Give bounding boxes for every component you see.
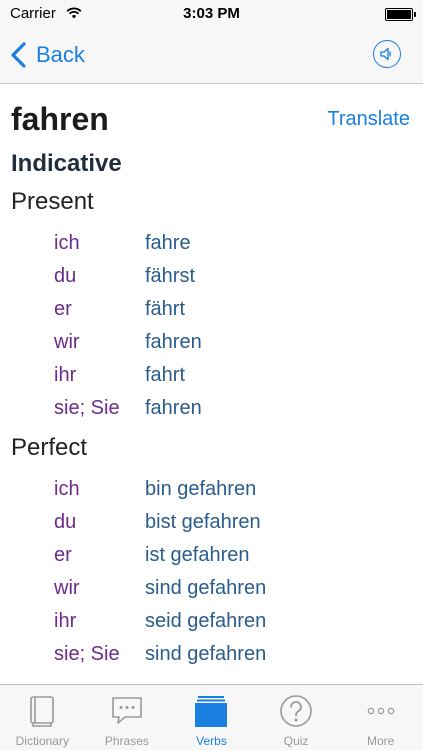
- pronoun: wir: [54, 331, 80, 353]
- tab-quiz[interactable]: Quiz: [254, 685, 339, 751]
- chevron-left-icon: [11, 42, 26, 68]
- tab-label: Phrases: [104, 734, 149, 748]
- conjugation-row: du bist gefahren: [0, 507, 423, 540]
- pronoun: sie; Sie: [54, 397, 120, 419]
- book-icon: [30, 696, 55, 727]
- conjugation-row: wir fahren: [0, 327, 423, 360]
- verb-form: fahren: [145, 331, 202, 353]
- pronoun: er: [54, 544, 72, 566]
- tab-verbs[interactable]: Verbs: [169, 685, 254, 751]
- speaker-button[interactable]: [373, 40, 401, 68]
- translate-button[interactable]: Translate: [327, 108, 410, 131]
- verb-title: fahren: [11, 101, 109, 137]
- verb-form: sind gefahren: [145, 577, 267, 599]
- conjugation-row: sie; Sie fahren: [0, 393, 423, 426]
- question-icon: [280, 695, 312, 727]
- pronoun: ihr: [54, 610, 77, 632]
- conjugation-row: wir sind gefahren: [0, 573, 423, 606]
- conjugation-row: sie; Sie sind gefahren: [0, 639, 423, 672]
- tab-phrases[interactable]: Phrases: [85, 685, 170, 751]
- tab-bar: Dictionary Phrases Verbs Quiz More: [0, 684, 423, 750]
- conjugation-row: du fährst: [0, 261, 423, 294]
- status-bar: Carrier 3:03 PM: [0, 0, 423, 28]
- verb-form: bin gefahren: [145, 478, 257, 500]
- speaker-icon: [380, 47, 391, 61]
- back-button[interactable]: Back: [8, 38, 85, 72]
- tab-label: More: [367, 734, 395, 748]
- pronoun: er: [54, 298, 72, 320]
- conjugation-row: ihr seid gefahren: [0, 606, 423, 639]
- verb-form: fährst: [145, 265, 196, 287]
- clock: 3:03 PM: [183, 5, 240, 22]
- pronoun: ihr: [54, 364, 77, 386]
- pronoun: ich: [54, 478, 80, 500]
- verb-form: ist gefahren: [145, 544, 250, 566]
- pronoun: du: [54, 511, 77, 533]
- pronoun: ich: [54, 232, 80, 254]
- speech-bubble-icon: [112, 697, 142, 724]
- pronoun: wir: [54, 577, 80, 599]
- tab-more[interactable]: More: [338, 685, 423, 751]
- tense-title: Perfect: [11, 434, 88, 461]
- battery-icon: [385, 8, 416, 21]
- mood-title: Indicative: [11, 150, 122, 177]
- conjugation-row: er ist gefahren: [0, 540, 423, 573]
- conjugation-row: ich bin gefahren: [0, 474, 423, 507]
- tab-label: Dictionary: [15, 734, 69, 748]
- pronoun: du: [54, 265, 77, 287]
- verb-form: fährt: [145, 298, 186, 320]
- conjugation-row: ich fahre: [0, 228, 423, 261]
- conjugation-row: er fährt: [0, 294, 423, 327]
- tab-label: Quiz: [283, 734, 309, 748]
- verb-form: fahren: [145, 397, 202, 419]
- conjugation-row: ihr fahrt: [0, 360, 423, 393]
- verb-form: sind gefahren: [145, 643, 267, 665]
- tab-dictionary[interactable]: Dictionary: [0, 685, 85, 751]
- back-label: Back: [36, 42, 85, 67]
- tab-label: Verbs: [196, 734, 227, 748]
- verb-form: bist gefahren: [145, 511, 261, 533]
- verb-form: seid gefahren: [145, 610, 267, 632]
- verb-form: fahre: [145, 232, 191, 254]
- navigation-bar: Back: [0, 28, 423, 84]
- more-dots-icon: [367, 707, 394, 715]
- tense-title: Present: [11, 188, 94, 215]
- pronoun: sie; Sie: [54, 643, 120, 665]
- conjugation-content[interactable]: fahren Translate Indicative Present ich fa…: [0, 84, 423, 684]
- verb-form: fahrt: [145, 364, 186, 386]
- cards-icon: [195, 696, 228, 727]
